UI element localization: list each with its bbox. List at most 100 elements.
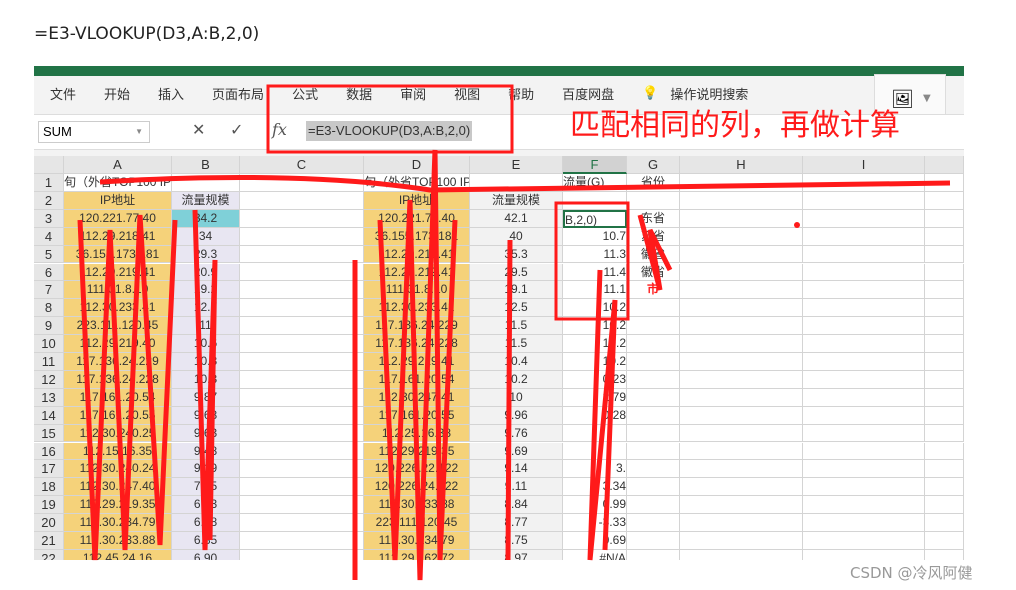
- table-cell[interactable]: 流量规模: [172, 191, 240, 210]
- table-cell[interactable]: 旬（外省TOP100 IP总流量1.78T: [364, 174, 470, 192]
- table-cell[interactable]: [240, 460, 364, 479]
- table-cell[interactable]: 112.29.218.41: [64, 227, 172, 246]
- table-cell[interactable]: 6.90: [172, 549, 240, 560]
- table-cell[interactable]: [680, 245, 803, 264]
- table-cell[interactable]: [627, 424, 680, 443]
- table-cell[interactable]: 省份: [627, 174, 680, 192]
- table-cell[interactable]: 3.: [563, 460, 627, 479]
- table-cell[interactable]: [240, 227, 364, 246]
- table-cell[interactable]: 19.1: [470, 281, 563, 300]
- table-cell[interactable]: 10.3: [172, 353, 240, 371]
- table-cell[interactable]: 40: [470, 227, 563, 246]
- row-header[interactable]: 14: [34, 406, 64, 425]
- row-header[interactable]: 13: [34, 388, 64, 407]
- table-cell[interactable]: 11: [172, 317, 240, 336]
- table-cell[interactable]: 2.79: [563, 388, 627, 407]
- table-cell[interactable]: [925, 191, 964, 210]
- row-header[interactable]: 15: [34, 424, 64, 443]
- table-cell[interactable]: 120.221.77.40: [64, 209, 172, 228]
- table-cell[interactable]: 112.30.240.24: [64, 460, 172, 479]
- table-cell[interactable]: [803, 478, 925, 497]
- table-cell[interactable]: 117.161.20.55: [64, 406, 172, 425]
- table-cell[interactable]: [925, 353, 964, 371]
- table-cell[interactable]: [680, 209, 803, 228]
- table-cell[interactable]: 117.161.20.55: [364, 406, 470, 425]
- table-cell[interactable]: [240, 174, 364, 192]
- table-cell[interactable]: 10.2: [563, 317, 627, 336]
- table-cell[interactable]: 6.85: [172, 532, 240, 550]
- table-cell[interactable]: 10: [470, 388, 563, 407]
- table-cell[interactable]: 35.3: [470, 245, 563, 264]
- table-cell[interactable]: [680, 424, 803, 443]
- table-cell[interactable]: 112.45.24.16: [64, 549, 172, 560]
- tab-view[interactable]: 视图: [454, 84, 480, 103]
- table-cell[interactable]: [925, 317, 964, 336]
- table-cell[interactable]: [803, 549, 925, 560]
- table-cell[interactable]: [563, 442, 627, 461]
- row-header[interactable]: 20: [34, 514, 64, 532]
- table-cell[interactable]: [803, 281, 925, 300]
- table-cell[interactable]: [680, 370, 803, 389]
- table-cell[interactable]: 112.30.234.79: [364, 532, 470, 550]
- row-header[interactable]: 7: [34, 281, 64, 300]
- table-cell[interactable]: [803, 335, 925, 353]
- table-cell[interactable]: [240, 281, 364, 300]
- table-cell[interactable]: 10.7: [563, 227, 627, 246]
- table-cell[interactable]: 117.136.24.228: [64, 370, 172, 389]
- table-cell[interactable]: [925, 281, 964, 300]
- table-cell[interactable]: [627, 388, 680, 407]
- table-cell[interactable]: [680, 335, 803, 353]
- table-cell[interactable]: [925, 424, 964, 443]
- table-cell[interactable]: 112.29.219.35: [364, 442, 470, 461]
- table-cell[interactable]: [803, 514, 925, 532]
- row-header[interactable]: 21: [34, 532, 64, 550]
- table-cell[interactable]: [803, 263, 925, 282]
- table-cell[interactable]: 9.68: [172, 406, 240, 425]
- table-cell[interactable]: 10.2: [563, 335, 627, 353]
- table-cell[interactable]: [627, 370, 680, 389]
- tab-data[interactable]: 数据: [346, 84, 372, 103]
- table-cell[interactable]: 36.155.173.181: [364, 227, 470, 246]
- table-cell[interactable]: [680, 478, 803, 497]
- tab-review[interactable]: 审阅: [400, 84, 426, 103]
- table-cell[interactable]: 117.136.24.229: [364, 317, 470, 336]
- table-cell[interactable]: 11.1: [563, 281, 627, 300]
- table-cell[interactable]: 6.88: [172, 514, 240, 532]
- table-cell[interactable]: [925, 388, 964, 407]
- table-cell[interactable]: 9.63: [172, 424, 240, 443]
- table-cell[interactable]: [680, 227, 803, 246]
- table-cell[interactable]: [240, 317, 364, 336]
- table-cell[interactable]: [240, 424, 364, 443]
- table-cell[interactable]: [925, 514, 964, 532]
- table-cell[interactable]: 9.69: [470, 442, 563, 461]
- table-cell[interactable]: 117.136.24.228: [364, 335, 470, 353]
- table-cell[interactable]: 10.3: [172, 370, 240, 389]
- table-cell[interactable]: 9.76: [470, 424, 563, 443]
- table-cell[interactable]: 0.23: [563, 370, 627, 389]
- table-cell[interactable]: [680, 496, 803, 515]
- table-cell[interactable]: [240, 245, 364, 264]
- table-cell[interactable]: 3.34: [563, 478, 627, 497]
- table-cell[interactable]: 9.14: [470, 460, 563, 479]
- table-cell[interactable]: [240, 442, 364, 461]
- table-cell[interactable]: [925, 263, 964, 282]
- row-header[interactable]: 8: [34, 299, 64, 318]
- table-cell[interactable]: B,2,0): [563, 209, 627, 228]
- table-cell[interactable]: 0.28: [563, 406, 627, 425]
- table-cell[interactable]: [240, 335, 364, 353]
- table-cell[interactable]: 112.15.16.35: [64, 442, 172, 461]
- table-cell[interactable]: [240, 496, 364, 515]
- row-header[interactable]: 17: [34, 460, 64, 479]
- table-cell[interactable]: [925, 478, 964, 497]
- row-header[interactable]: 22: [34, 549, 64, 560]
- table-cell[interactable]: 111.31.8.10: [64, 281, 172, 300]
- table-cell[interactable]: 9.19: [172, 460, 240, 479]
- table-cell[interactable]: [803, 317, 925, 336]
- table-cell[interactable]: 112.30.233.41: [64, 299, 172, 318]
- table-cell[interactable]: [803, 532, 925, 550]
- table-cell[interactable]: [803, 299, 925, 318]
- table-cell[interactable]: [925, 227, 964, 246]
- row-header[interactable]: 9: [34, 317, 64, 336]
- table-cell[interactable]: [627, 496, 680, 515]
- table-cell[interactable]: [680, 442, 803, 461]
